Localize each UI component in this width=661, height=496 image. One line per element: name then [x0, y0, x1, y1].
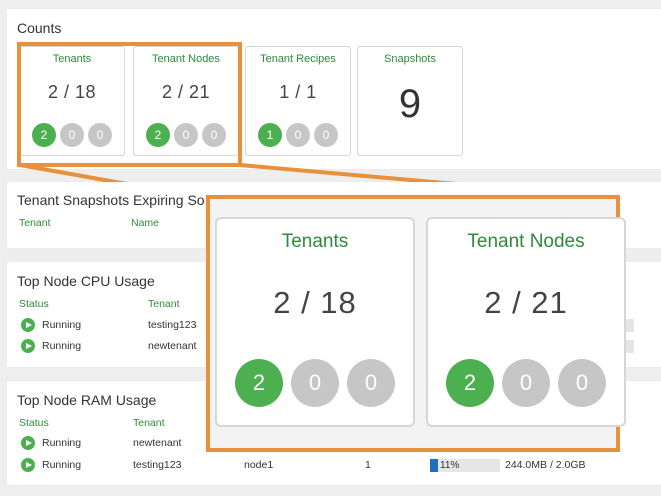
card-title: Tenant Nodes: [467, 231, 585, 252]
play-circle-icon: [21, 318, 35, 332]
tenant-name[interactable]: newtenant: [133, 437, 181, 449]
node-name[interactable]: node1: [244, 459, 273, 471]
pending-count-badge[interactable]: 0: [291, 359, 339, 407]
status-text: Running: [42, 459, 82, 471]
card-title: Tenants: [281, 231, 349, 252]
node-count: 1: [365, 459, 371, 471]
status-dots: 200: [428, 359, 624, 407]
column-header-name[interactable]: Name: [131, 217, 159, 229]
panel-title: Tenant Snapshots Expiring So: [17, 192, 205, 208]
card-value: 2 / 21: [484, 285, 568, 320]
zoom-card-tenant-nodes[interactable]: Tenant Nodes 2 / 21 200: [426, 217, 626, 427]
column-header-tenant[interactable]: Tenant: [133, 417, 165, 429]
tenant-name[interactable]: newtenant: [148, 340, 196, 352]
tenant-name[interactable]: testing123: [133, 459, 181, 471]
ram-usage-fill: [430, 459, 438, 472]
ram-usage-percent: 11%: [440, 460, 460, 471]
status-dots: 200: [217, 359, 413, 407]
ram-usage-bar: 11%: [430, 459, 500, 472]
status-text: Running: [42, 437, 82, 449]
pending-count-badge[interactable]: 0: [502, 359, 550, 407]
play-circle-icon: [21, 339, 35, 353]
card-value: 2 / 18: [273, 285, 357, 320]
panel-title: Top Node CPU Usage: [17, 273, 155, 289]
zoom-card-tenants[interactable]: Tenants 2 / 18 200: [215, 217, 415, 427]
error-count-badge[interactable]: 0: [558, 359, 606, 407]
ram-usage-text: 244.0MB / 2.0GB: [505, 459, 586, 471]
play-circle-icon: [21, 458, 35, 472]
running-count-badge[interactable]: 2: [446, 359, 494, 407]
error-count-badge[interactable]: 0: [347, 359, 395, 407]
play-circle-icon: [21, 436, 35, 450]
column-header-tenant[interactable]: Tenant: [148, 298, 180, 310]
column-header-tenant[interactable]: Tenant: [19, 217, 51, 229]
column-header-status[interactable]: Status: [19, 417, 49, 429]
column-header-status[interactable]: Status: [19, 298, 49, 310]
status-text: Running: [42, 340, 82, 352]
tenant-name[interactable]: testing123: [148, 319, 196, 331]
running-count-badge[interactable]: 2: [235, 359, 283, 407]
status-text: Running: [42, 319, 82, 331]
panel-title: Top Node RAM Usage: [17, 392, 157, 408]
zoom-callout: Tenants 2 / 18 200 Tenant Nodes 2 / 21 2…: [206, 195, 626, 452]
